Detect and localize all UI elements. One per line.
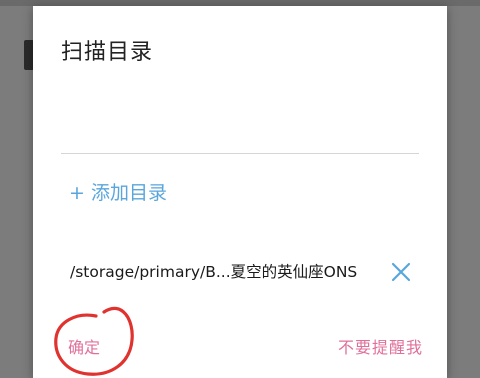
scan-directory-dialog: 扫描目录 + 添加目录 /storage/primary/B...夏空的英仙座O… [33,6,447,378]
divider [61,153,419,154]
close-icon[interactable] [390,261,412,283]
dialog-title: 扫描目录 [61,40,154,65]
add-directory-button[interactable]: + 添加目录 [69,178,167,205]
add-directory-label: + 添加目录 [69,182,167,204]
directory-path-text: /storage/primary/B...夏空的英仙座ONS [70,263,358,281]
confirm-button[interactable]: 确定 [68,334,100,358]
directory-path-row: /storage/primary/B...夏空的英仙座ONS [70,258,420,284]
no-remind-button[interactable]: 不要提醒我 [338,334,423,358]
